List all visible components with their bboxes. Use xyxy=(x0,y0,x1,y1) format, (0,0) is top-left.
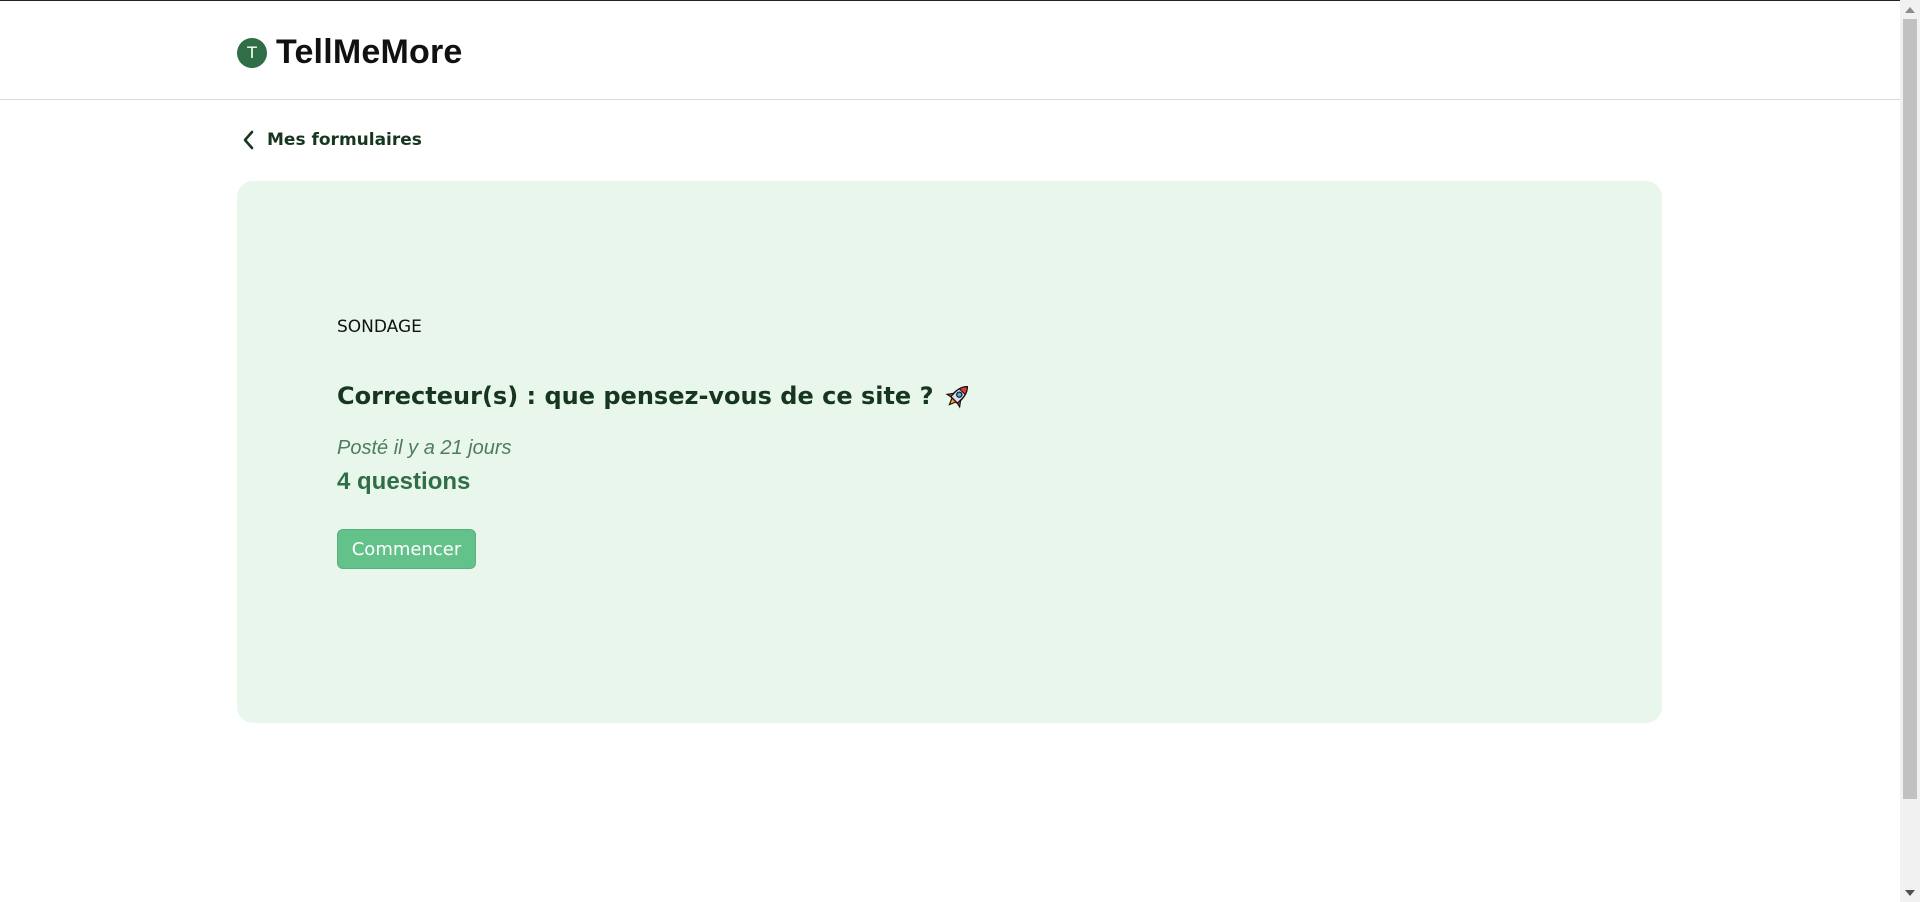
brand-name: TellMeMore xyxy=(276,33,463,71)
logo-mark-icon: T xyxy=(237,37,267,68)
scroll-down-arrow-icon[interactable] xyxy=(1905,890,1915,896)
survey-card: SONDAGE Correcteur(s) : que pensez-vous … xyxy=(237,181,1662,723)
chevron-left-icon xyxy=(243,130,254,150)
posted-date: Posté il y a 21 jours xyxy=(337,437,512,459)
scroll-up-arrow-icon[interactable] xyxy=(1905,7,1915,13)
question-count: 4 questions xyxy=(337,468,471,495)
vertical-scrollbar[interactable] xyxy=(1900,0,1920,902)
back-link-label: Mes formulaires xyxy=(267,130,422,150)
scrollbar-thumb[interactable] xyxy=(1903,19,1917,799)
form-category: SONDAGE xyxy=(337,317,422,337)
brand-logo[interactable]: T TellMeMore xyxy=(237,33,463,72)
back-to-forms-link[interactable]: Mes formulaires xyxy=(241,129,422,151)
form-title-text: Correcteur(s) : que pensez-vous de ce si… xyxy=(337,382,934,410)
start-button[interactable]: Commencer xyxy=(337,529,476,569)
form-title: Correcteur(s) : que pensez-vous de ce si… xyxy=(337,381,973,411)
rocket-icon xyxy=(945,386,969,409)
site-header: T TellMeMore xyxy=(0,1,1900,100)
